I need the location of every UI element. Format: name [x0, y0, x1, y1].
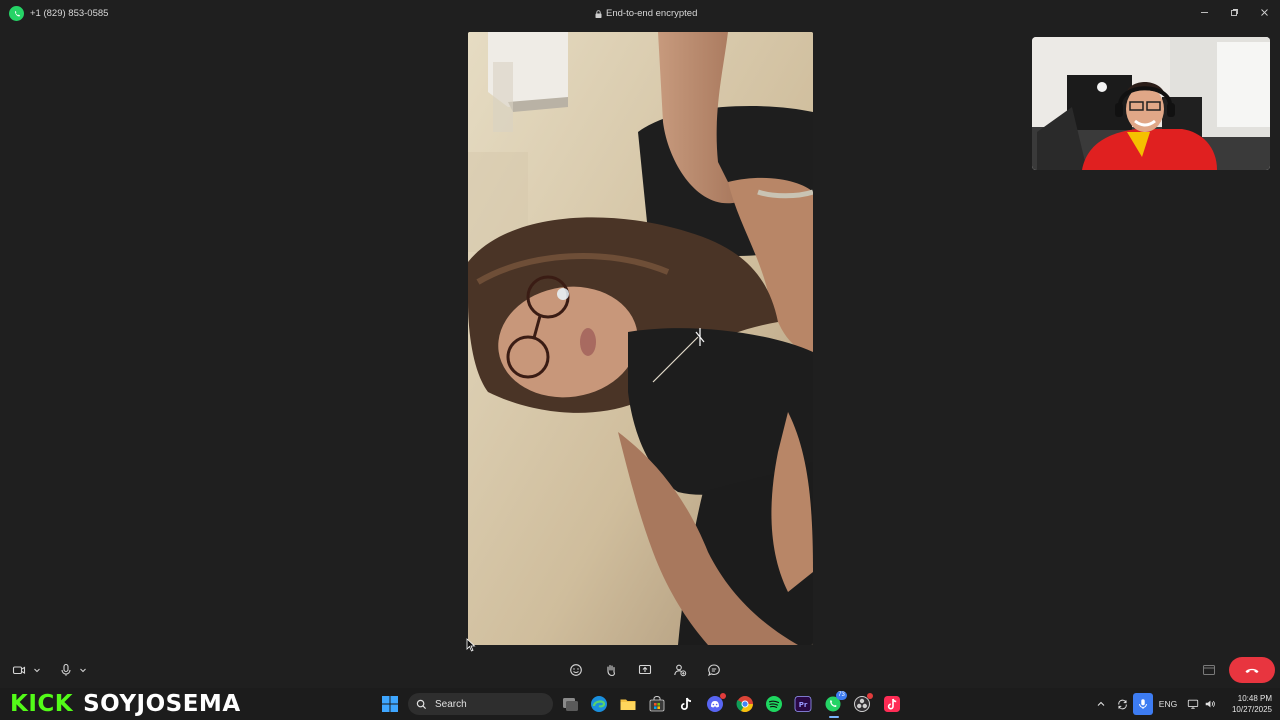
emoji-icon[interactable]	[568, 661, 584, 679]
add-participant-icon[interactable]	[672, 661, 688, 679]
taskbar-search-box[interactable]: Search	[408, 693, 553, 715]
network-icon[interactable]	[1185, 695, 1201, 713]
clock-time: 10:48 PM	[1237, 694, 1272, 703]
contact-number: +1 (829) 853-0585	[30, 8, 109, 19]
minimize-icon[interactable]	[1194, 4, 1214, 20]
active-app-indicator	[829, 716, 839, 718]
spotify-icon[interactable]	[765, 695, 783, 713]
microsoft-store-icon[interactable]	[648, 695, 666, 713]
video-options-chevron-down-icon[interactable]	[32, 661, 42, 679]
layout-icon[interactable]	[1201, 661, 1217, 679]
tiktok-icon[interactable]	[677, 695, 695, 713]
encryption-status: End-to-end encrypted	[595, 8, 697, 19]
obs-icon[interactable]	[853, 693, 873, 713]
remote-participant-video	[468, 32, 813, 645]
volume-icon[interactable]	[1202, 695, 1218, 713]
edge-icon[interactable]	[590, 695, 608, 713]
taskbar-clock[interactable]: 10:48 PM 10/27/2025	[1222, 693, 1272, 715]
show-hidden-icons-chevron-up-icon[interactable]	[1094, 695, 1108, 713]
kick-logo: KICK	[10, 691, 74, 717]
file-explorer-icon[interactable]	[619, 695, 637, 713]
end-call-icon	[1245, 668, 1259, 673]
mic-options-chevron-down-icon[interactable]	[78, 661, 88, 679]
svg-text:Pr: Pr	[799, 701, 808, 709]
whatsapp-taskbar-icon[interactable]: 73	[824, 691, 847, 713]
obs-recording-dot	[867, 693, 873, 699]
task-view-icon[interactable]	[561, 695, 579, 713]
discord-badge	[720, 693, 726, 699]
encryption-label: End-to-end encrypted	[606, 8, 698, 19]
microphone-icon[interactable]	[58, 661, 74, 679]
microphone-in-use-icon[interactable]	[1133, 693, 1153, 715]
language-indicator[interactable]: ENG	[1157, 695, 1179, 713]
close-icon[interactable]	[1254, 4, 1274, 20]
self-view-video	[1032, 37, 1270, 170]
title-bar: +1 (829) 853-0585 End-to-end encrypted	[0, 0, 1280, 28]
maximize-icon[interactable]	[1224, 4, 1244, 20]
stream-overlay-brand: KICK SOYJOSEMA	[10, 690, 241, 718]
chrome-icon[interactable]	[736, 695, 754, 713]
clock-date: 10/27/2025	[1231, 705, 1272, 714]
windows-start-icon[interactable]	[381, 695, 399, 713]
channel-name: SOYJOSEMA	[83, 691, 241, 717]
search-icon	[416, 699, 427, 709]
lock-icon	[595, 9, 602, 18]
premiere-pro-icon[interactable]: Pr	[794, 695, 812, 713]
mouse-cursor-icon	[466, 638, 476, 652]
end-call-button[interactable]	[1229, 657, 1275, 683]
whatsapp-logo-icon	[9, 6, 24, 21]
search-placeholder: Search	[435, 698, 467, 710]
raise-hand-icon[interactable]	[603, 661, 619, 679]
chat-icon[interactable]	[706, 661, 722, 679]
whatsapp-call-window: +1 (829) 853-0585 End-to-end encrypted	[0, 0, 1280, 688]
share-screen-icon[interactable]	[637, 661, 653, 679]
sync-icon[interactable]	[1113, 695, 1131, 713]
discord-icon[interactable]	[706, 693, 726, 713]
call-controls-bar	[0, 652, 1280, 688]
whatsapp-badge: 73	[836, 691, 847, 700]
capcut-icon[interactable]	[883, 695, 901, 713]
video-camera-icon[interactable]	[11, 661, 27, 679]
